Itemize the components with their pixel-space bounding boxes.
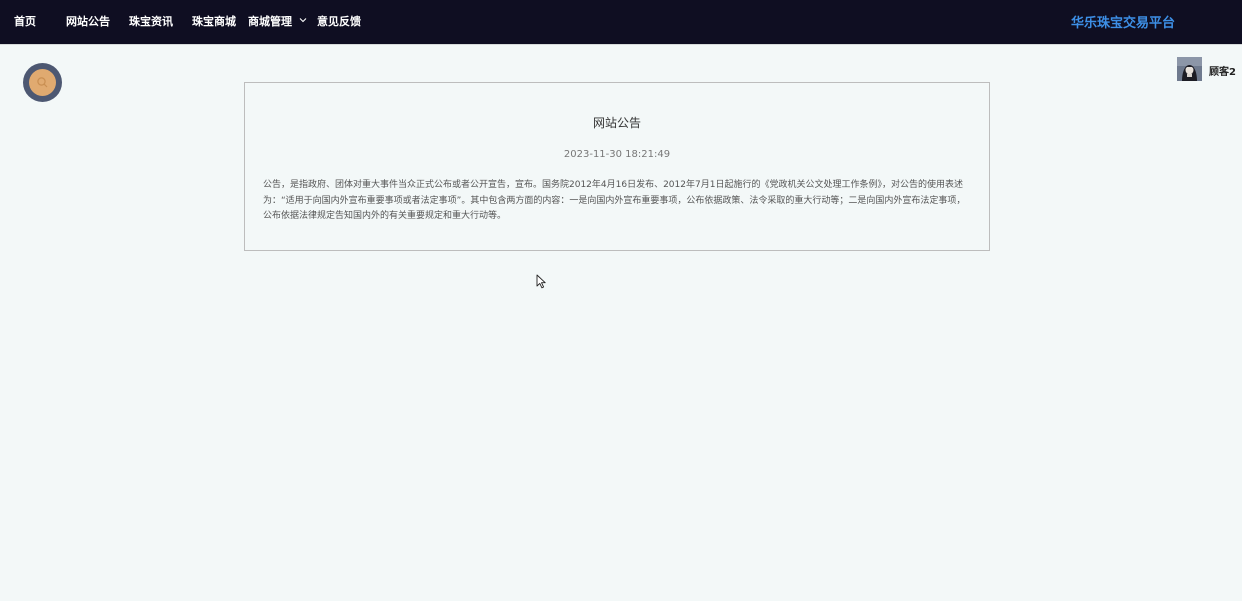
- avatar-icon: [1177, 57, 1202, 81]
- search-icon: [37, 77, 48, 88]
- top-navbar: 首页 网站公告 珠宝资讯 珠宝商城 商城管理 意见反馈 华乐珠宝交易平台: [0, 0, 1242, 45]
- username: 顾客2: [1209, 67, 1236, 78]
- chevron-down-icon: [299, 18, 307, 23]
- nav-item-label: 珠宝资讯: [129, 15, 173, 28]
- avatar[interactable]: [1177, 57, 1202, 81]
- announcement-timestamp: 2023-11-30 18:21:49: [563, 149, 671, 160]
- announcement-content: 公告，是指政府、团体对重大事件当众正式公布或者公开宣告，宣布。国务院2012年4…: [263, 180, 966, 221]
- search-button-face: [29, 69, 56, 96]
- announcement-card: 网站公告 2023-11-30 18:21:49 公告，是指政府、团体对重大事件…: [244, 82, 990, 251]
- nav-item-mall-management[interactable]: 商城管理: [248, 13, 307, 29]
- nav-item-feedback[interactable]: 意见反馈: [317, 13, 361, 29]
- nav-item-label: 网站公告: [66, 15, 110, 28]
- mouse-pointer-icon: [536, 274, 546, 289]
- nav-item-label: 意见反馈: [317, 15, 361, 28]
- nav-item-label: 首页: [14, 15, 36, 28]
- search-button[interactable]: [23, 63, 62, 102]
- nav-item-label: 珠宝商城: [192, 15, 236, 28]
- nav-item-jewelry-mall[interactable]: 珠宝商城: [192, 13, 236, 29]
- nav-item-label: 商城管理: [248, 15, 292, 28]
- nav-item-jewelry-news[interactable]: 珠宝资讯: [129, 13, 173, 29]
- site-brand[interactable]: 华乐珠宝交易平台: [1071, 12, 1175, 31]
- nav-item-home[interactable]: 首页: [14, 13, 36, 29]
- announcement-title: 网站公告: [592, 116, 641, 130]
- nav-item-announcements[interactable]: 网站公告: [66, 13, 110, 29]
